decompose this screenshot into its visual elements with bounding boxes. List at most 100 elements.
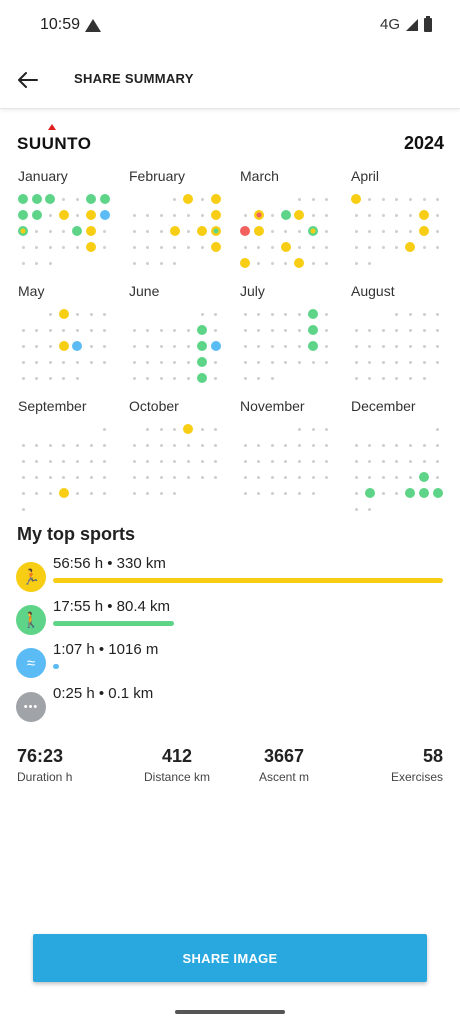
empty-day-dot: [395, 443, 399, 447]
empty-day-dot: [89, 459, 93, 463]
empty-day-dot: [422, 459, 426, 463]
empty-day-dot: [297, 459, 301, 463]
empty-day-dot: [436, 459, 440, 463]
empty-day-dot: [311, 245, 315, 249]
activity-day-dot: [197, 373, 207, 383]
empty-day-dot: [325, 459, 329, 463]
empty-day-dot: [75, 475, 79, 479]
empty-day-dot: [21, 507, 25, 511]
empty-day-dot: [159, 344, 163, 348]
battery-icon: [424, 15, 432, 32]
empty-day-dot: [325, 360, 329, 364]
empty-day-dot: [270, 459, 274, 463]
empty-day-dot: [200, 245, 204, 249]
empty-day-dot: [408, 344, 412, 348]
summary-exercises: 58 Exercises: [391, 746, 443, 784]
empty-day-dot: [173, 344, 177, 348]
empty-day-dot: [214, 459, 218, 463]
empty-day-dot: [436, 344, 440, 348]
empty-day-dot: [21, 245, 25, 249]
empty-day-dot: [62, 459, 66, 463]
month-december: December: [351, 398, 459, 511]
month-day-grid: [18, 190, 118, 272]
empty-day-dot: [354, 443, 358, 447]
empty-day-dot: [436, 213, 440, 217]
empty-day-dot: [35, 376, 39, 380]
empty-day-dot: [422, 376, 426, 380]
month-january: January: [18, 168, 126, 278]
empty-day-dot: [103, 312, 107, 316]
empty-day-dot: [173, 197, 177, 201]
back-button[interactable]: [10, 62, 46, 98]
empty-day-dot: [284, 459, 288, 463]
empty-day-dot: [62, 229, 66, 233]
empty-day-dot: [159, 475, 163, 479]
empty-day-dot: [311, 360, 315, 364]
empty-day-dot: [354, 376, 358, 380]
activity-day-dot: [58, 488, 69, 498]
empty-day-dot: [325, 229, 329, 233]
activity-day-dot: [405, 488, 416, 498]
activity-day-dot: [210, 242, 221, 252]
empty-day-dot: [173, 261, 177, 265]
empty-day-dot: [297, 360, 301, 364]
walking-icon: 🚶: [16, 605, 46, 635]
empty-day-dot: [284, 261, 288, 265]
empty-day-dot: [173, 245, 177, 249]
empty-day-dot: [48, 245, 52, 249]
empty-day-dot: [297, 344, 301, 348]
activity-day-dot: [99, 194, 110, 204]
summary-stats: 76:23 Duration h 412 Distance km 3667 Ascent …: [0, 746, 460, 796]
activity-day-dot: [308, 341, 318, 351]
month-name: November: [240, 398, 305, 414]
brand-logo-mark-icon: [48, 124, 56, 130]
status-indicators: 4G: [380, 15, 432, 33]
empty-day-dot: [214, 475, 218, 479]
empty-day-dot: [270, 443, 274, 447]
empty-day-dot: [368, 443, 372, 447]
activity-day-dot: [86, 210, 96, 220]
empty-day-dot: [284, 491, 288, 495]
empty-day-dot: [103, 229, 107, 233]
gesture-nav-handle[interactable]: [175, 1010, 285, 1014]
activity-day-dot: [351, 194, 361, 204]
empty-day-dot: [325, 443, 329, 447]
empty-day-dot: [297, 475, 301, 479]
empty-day-dot: [21, 491, 25, 495]
empty-day-dot: [132, 245, 136, 249]
sport-row: 🚶 17:55 h • 80.4 km: [16, 598, 446, 641]
month-october: October: [129, 398, 237, 508]
empty-day-dot: [354, 507, 358, 511]
empty-day-dot: [146, 475, 150, 479]
empty-day-dot: [381, 376, 385, 380]
empty-day-dot: [89, 491, 93, 495]
empty-day-dot: [381, 475, 385, 479]
empty-day-dot: [408, 197, 412, 201]
month-february: February: [129, 168, 237, 278]
empty-day-dot: [62, 376, 66, 380]
month-may: May: [18, 283, 126, 393]
empty-day-dot: [48, 261, 52, 265]
share-image-button[interactable]: SHARE IMAGE: [33, 934, 427, 982]
empty-day-dot: [395, 312, 399, 316]
empty-day-dot: [21, 328, 25, 332]
empty-day-dot: [159, 459, 163, 463]
empty-day-dot: [284, 344, 288, 348]
activity-day-dot: [72, 341, 83, 351]
empty-day-dot: [75, 328, 79, 332]
sport-share-bar: [53, 578, 443, 583]
empty-day-dot: [422, 360, 426, 364]
empty-day-dot: [436, 328, 440, 332]
empty-day-dot: [214, 312, 218, 316]
month-day-grid: [351, 305, 451, 387]
month-august: August: [351, 283, 459, 393]
empty-day-dot: [422, 197, 426, 201]
empty-day-dot: [270, 213, 274, 217]
empty-day-dot: [243, 344, 247, 348]
empty-day-dot: [408, 360, 412, 364]
empty-day-dot: [75, 443, 79, 447]
empty-day-dot: [354, 459, 358, 463]
empty-day-dot: [200, 213, 204, 217]
empty-day-dot: [311, 213, 315, 217]
empty-day-dot: [132, 229, 136, 233]
